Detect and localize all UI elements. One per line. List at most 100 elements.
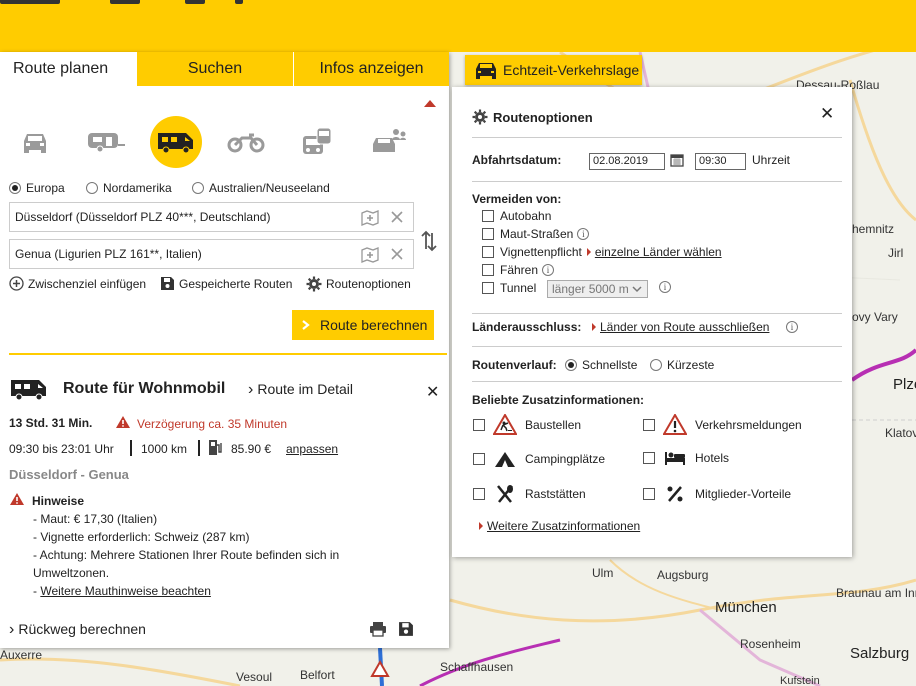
return-route-link[interactable]: › Rückweg berechnen [9,621,146,639]
save-icon[interactable] [398,621,414,637]
tab-bar: Route planen Suchen Infos anzeigen [0,52,449,86]
vehicle-public-transport-button[interactable] [291,116,343,168]
tunnel-length-select[interactable]: länger 5000 m [547,280,648,298]
tab-infos-anzeigen[interactable]: Infos anzeigen [293,52,449,86]
add-to-favorites-icon[interactable] [360,210,380,226]
date-input[interactable]: 02.08.2019 [589,153,665,170]
avoid-vignette-label: Vignettenpflicht [500,245,582,259]
destination-field-wrapper [9,239,414,269]
extra-camping-option[interactable]: Campingplätze [473,450,605,468]
radio-icon [86,182,98,194]
gear-icon [306,276,322,292]
map-city-label: Jirl [888,246,904,260]
note-line: - Vignette erforderlich: Schweiz (287 km… [33,530,250,544]
triangle-right-icon [592,323,596,331]
warning-icon [116,416,130,428]
info-icon[interactable]: i [659,281,671,293]
info-icon[interactable]: i [542,264,555,276]
map-city-label: München [715,599,777,616]
traffic-warning-icon [663,414,687,435]
saved-routes-label: Gespeicherte Routen [179,276,293,291]
divider [472,181,842,182]
more-extras-link[interactable]: Weitere Zusatzinformationen [479,519,640,533]
region-nordamerika-radio[interactable]: Nordamerika [86,181,172,195]
extra-member-benefits-option[interactable]: Mitglieder-Vorteile [643,484,791,504]
extra-camping-label: Campingplätze [525,452,606,466]
map-city-label: Salzburg [850,645,910,662]
avoid-autobahn-option[interactable]: Autobahn [482,209,551,223]
checkbox-icon [473,418,485,431]
vehicle-motorhome-button[interactable] [150,116,202,168]
add-to-favorites-icon[interactable] [360,247,380,263]
calculate-route-button[interactable]: Route berechnen [292,310,434,340]
tab-suchen[interactable]: Suchen [136,52,293,86]
result-title: Route für Wohnmobil [63,380,226,397]
map-city-label: Ulm [592,566,614,580]
route-type-shortest-label: Kürzeste [667,358,715,372]
swap-route-icon[interactable] [421,229,437,253]
vehicle-caravan-button[interactable] [80,116,132,168]
gear-icon [472,109,488,125]
time-input[interactable]: 09:30 [695,153,746,170]
extra-rest-stops-option[interactable]: Raststätten [473,484,586,504]
extra-construction-option[interactable]: Baustellen [473,414,581,435]
triangle-right-icon [586,248,591,256]
discount-icon [667,486,683,502]
extra-hotels-option[interactable]: Hotels [643,450,729,466]
close-options-icon[interactable]: ✕ [820,104,834,124]
map-city-label: Schaffhausen [440,660,514,674]
route-options-link[interactable]: Routenoptionen [306,276,411,292]
save-icon [161,277,174,290]
add-waypoint-link[interactable]: Zwischenziel einfügen [9,276,146,291]
avoid-tunnel-option[interactable]: Tunnel [482,281,536,295]
add-waypoint-label: Zwischenziel einfügen [28,276,147,291]
divider [472,346,842,347]
map-city-label: Auxerre [0,648,43,662]
notes-title: Hinweise [32,494,85,508]
route-detail-link[interactable]: › Route im Detail [248,381,353,399]
region-europa-radio[interactable]: Europa [9,181,65,195]
close-result-icon[interactable]: ✕ [426,382,439,402]
clear-destination-icon[interactable] [390,247,404,261]
print-icon[interactable] [369,621,387,637]
adjust-cost-link[interactable]: anpassen [286,442,338,456]
avoid-toll-option[interactable]: Maut-Straßen i [482,227,590,241]
destination-input[interactable] [10,240,350,268]
realtime-traffic-label: Echtzeit-Verkehrslage [503,62,640,78]
extra-traffic-label: Verkehrsmeldungen [695,417,802,432]
map-warning-marker [370,659,390,677]
route-type-fastest-radio[interactable]: Schnellste [565,358,637,372]
map-city-label: Klatov [885,426,916,440]
calendar-icon[interactable] [670,153,684,167]
tab-route-planen[interactable]: Route planen [0,52,136,86]
divider [130,440,132,456]
map-city-label: Braunau am Inn [836,586,916,600]
collapse-arrow-icon[interactable] [424,100,436,107]
extra-traffic-option[interactable]: Verkehrsmeldungen [643,414,802,435]
exclude-countries-link[interactable]: Länder von Route ausschließen [592,320,769,334]
vehicle-carpool-button[interactable] [362,116,414,168]
clear-start-icon[interactable] [390,210,404,224]
info-icon[interactable]: i [786,321,798,333]
divider [9,353,447,355]
toll-info-link[interactable]: Weitere Mauthinweise beachten [40,584,211,598]
extra-member-benefits-label: Mitglieder-Vorteile [695,487,792,501]
realtime-traffic-button[interactable]: Echtzeit-Verkehrslage [465,55,642,85]
start-input[interactable] [10,203,350,231]
vehicle-motorcycle-button[interactable] [220,116,272,168]
country-exclusion-label: Länderausschluss: [472,320,582,334]
saved-routes-link[interactable]: Gespeicherte Routen [160,276,292,291]
radio-icon [565,359,577,371]
chevron-down-icon [632,286,642,293]
region-australien-radio[interactable]: Australien/Neuseeland [192,181,330,195]
time-unit-label: Uhrzeit [752,153,791,167]
header-nav-fragment [235,0,243,4]
avoid-ferries-option[interactable]: Fähren i [482,263,555,277]
avoid-vignette-option[interactable]: Vignettenpflicht einzelne Länder wählen [482,245,722,259]
vehicle-car-button[interactable] [9,116,61,168]
info-icon[interactable]: i [577,228,590,240]
select-countries-link[interactable]: einzelne Länder wählen [595,245,722,259]
options-header: Routenoptionen [472,109,593,125]
map-city-label: ovy Vary [852,310,898,324]
route-type-shortest-radio[interactable]: Kürzeste [650,358,714,372]
